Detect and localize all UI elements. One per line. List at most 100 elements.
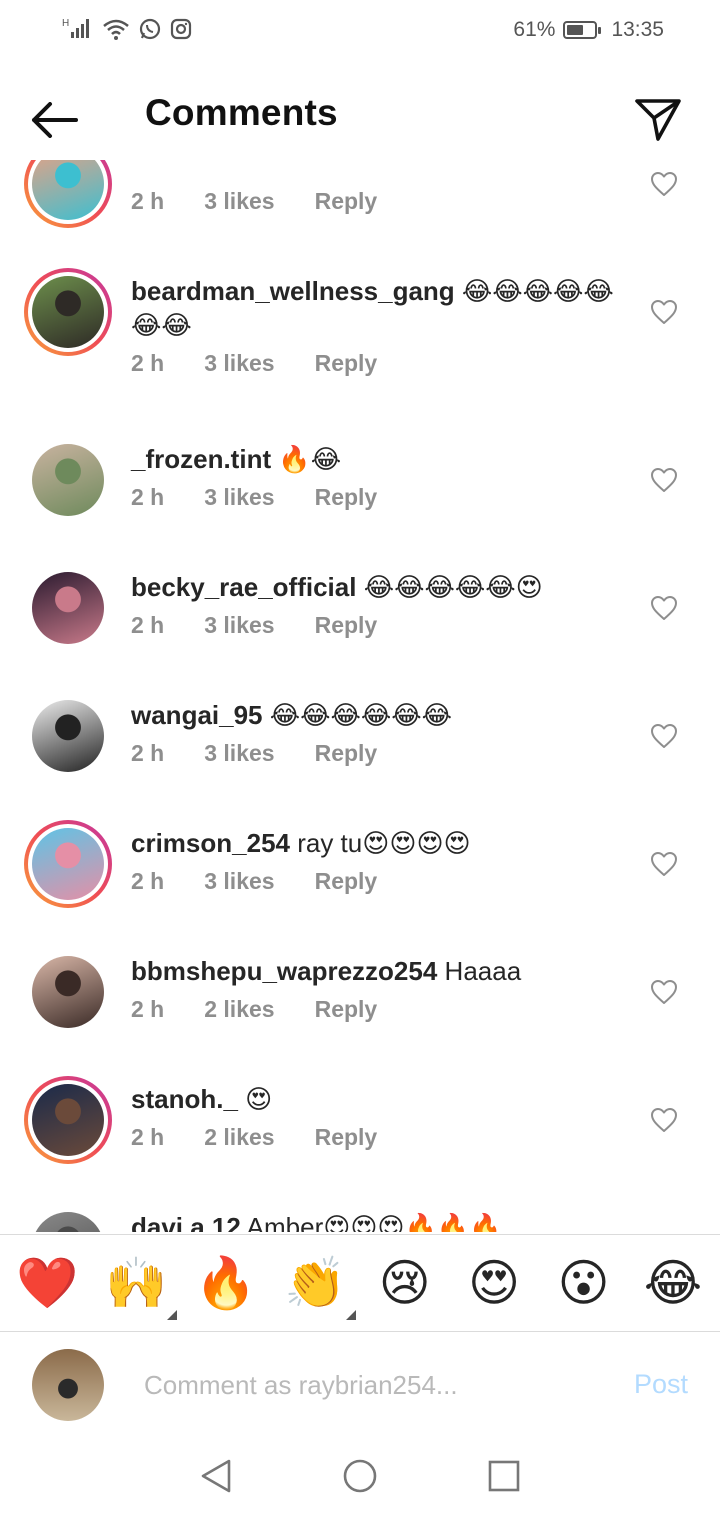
avatar-story-ring[interactable] [24, 820, 112, 908]
comment-item[interactable]: 2 h 3 likes Reply [0, 160, 720, 268]
raising-hands-emoji[interactable]: 🙌 [105, 1252, 178, 1320]
skin-tone-indicator-icon[interactable] [346, 1310, 357, 1320]
comment-likes[interactable]: 3 likes [204, 484, 274, 511]
comment-item[interactable]: crimson_254 ray tu😍😍😍😍 2 h 3 likes Reply [0, 820, 720, 948]
comment-item[interactable]: wangai_95 😂😂😂😂😂😂 2 h 3 likes Reply [0, 692, 720, 820]
reply-button[interactable]: Reply [315, 350, 378, 377]
comment-item[interactable]: _frozen.tint 🔥😂 2 h 3 likes Reply [0, 436, 720, 564]
reply-button[interactable]: Reply [315, 740, 378, 767]
like-heart-icon[interactable] [650, 722, 678, 750]
reply-button[interactable]: Reply [315, 484, 378, 511]
comment-username[interactable]: crimson_254 [131, 828, 290, 858]
comment-likes[interactable]: 3 likes [204, 188, 274, 215]
nav-back-button[interactable] [196, 1456, 236, 1496]
avatar-story-ring[interactable] [24, 268, 112, 356]
nav-recents-button[interactable] [484, 1456, 524, 1496]
comment-meta: 2 h 2 likes Reply [131, 1124, 631, 1151]
comment-meta: 2 h 3 likes Reply [131, 740, 631, 767]
like-heart-icon[interactable] [650, 850, 678, 878]
header: Comments [0, 62, 720, 172]
comment-list[interactable]: 2 h 3 likes Reply beardman_wellness_gang 😂😂… [0, 160, 720, 1232]
avatar[interactable] [24, 564, 112, 652]
back-arrow-icon [32, 102, 78, 138]
comment-time: 2 h [131, 350, 165, 376]
comment-username[interactable]: becky_rae_official [131, 572, 356, 602]
like-heart-icon[interactable] [650, 1106, 678, 1134]
comment-meta: 2 h 2 likes Reply [131, 996, 631, 1023]
reply-button[interactable]: Reply [315, 868, 378, 895]
share-button[interactable] [630, 92, 686, 148]
back-button[interactable] [26, 92, 82, 148]
like-heart-icon[interactable] [650, 978, 678, 1006]
emoji-glyph: 👏 [284, 1254, 347, 1312]
avatar-image [32, 1084, 104, 1156]
post-button[interactable]: Post [634, 1369, 688, 1400]
avatar[interactable] [24, 436, 112, 524]
comment-likes[interactable]: 2 likes [204, 996, 274, 1023]
clapping-hands-emoji[interactable]: 👏 [284, 1252, 357, 1320]
avatar[interactable] [24, 1204, 112, 1232]
comment-body: davi.a.12 Amber😍😍😍🔥🔥🔥 [131, 1210, 631, 1232]
fire-emoji[interactable]: 🔥 [195, 1252, 257, 1314]
comment-username[interactable]: _frozen.tint [131, 444, 271, 474]
nav-home-button[interactable] [340, 1456, 380, 1496]
comment-text: 😂😂😂😂😂😂 [262, 700, 453, 730]
comment-likes[interactable]: 2 likes [204, 1124, 274, 1151]
status-icons-right: 61% 13:35 [513, 18, 664, 42]
reply-button[interactable]: Reply [315, 188, 378, 215]
comment-likes[interactable]: 3 likes [204, 612, 274, 639]
comment-time: 2 h [131, 868, 165, 894]
triangle-back-icon [201, 1459, 231, 1493]
avatar-image [32, 160, 104, 220]
comment-body: wangai_95 😂😂😂😂😂😂 2 h 3 likes Reply [131, 698, 631, 767]
paper-plane-icon [635, 99, 681, 141]
comment-item[interactable]: bbmshepu_waprezzo254 Haaaa 2 h 2 likes Repl… [0, 948, 720, 1076]
like-heart-icon[interactable] [650, 594, 678, 622]
comment-likes[interactable]: 3 likes [204, 740, 274, 767]
like-heart-icon[interactable] [650, 298, 678, 326]
avatar-story-ring[interactable] [24, 1076, 112, 1164]
avatar-story-ring[interactable] [24, 160, 112, 228]
comment-meta: 2 h 3 likes Reply [131, 484, 631, 511]
avatar-ring-gap [28, 824, 108, 904]
surprised-face-emoji[interactable]: 😮 [553, 1252, 615, 1314]
square-recents-icon [488, 1460, 520, 1492]
comment-item[interactable]: beardman_wellness_gang 😂😂😂😂😂😂😂 2 h 3 likes… [0, 268, 720, 396]
comment-username[interactable]: bbmshepu_waprezzo254 [131, 956, 437, 986]
avatar[interactable] [24, 692, 112, 780]
comment-username[interactable]: wangai_95 [131, 700, 263, 730]
avatar-image [32, 276, 104, 348]
comment-input[interactable] [144, 1365, 564, 1405]
page-title: Comments [145, 92, 338, 133]
avatar-image [32, 956, 104, 1028]
skin-tone-indicator-icon[interactable] [167, 1310, 178, 1320]
avatar[interactable] [24, 948, 112, 1036]
like-heart-icon[interactable] [650, 170, 678, 198]
system-nav-bar [0, 1432, 720, 1520]
comment-item[interactable]: becky_rae_official 😂😂😂😂😂😍 2 h 3 likes Reply [0, 564, 720, 692]
emoji-glyph: 😮 [557, 1254, 610, 1312]
comment-item[interactable]: stanoh._ 😍 2 h 2 likes Reply [0, 1076, 720, 1204]
battery-percentage: 61% [513, 18, 556, 41]
comment-username[interactable]: stanoh._ [131, 1084, 238, 1114]
comment-item[interactable]: davi.a.12 Amber😍😍😍🔥🔥🔥 [0, 1204, 720, 1232]
avatar-image [32, 828, 104, 900]
avatar-ring-gap [28, 1080, 108, 1160]
reply-button[interactable]: Reply [315, 612, 378, 639]
tears-of-joy-emoji[interactable]: 😂 [642, 1252, 704, 1314]
comment-meta: 2 h 3 likes Reply [131, 612, 631, 639]
like-heart-icon[interactable] [650, 466, 678, 494]
comment-username[interactable]: beardman_wellness_gang [131, 276, 455, 306]
comment-username[interactable]: davi.a.12 [131, 1212, 241, 1232]
avatar-image [32, 572, 104, 644]
crying-face-emoji[interactable]: 😢 [374, 1252, 436, 1314]
reply-button[interactable]: Reply [315, 1124, 378, 1151]
comment-likes[interactable]: 3 likes [204, 350, 274, 377]
comment-body: _frozen.tint 🔥😂 2 h 3 likes Reply [131, 442, 631, 511]
comment-body: bbmshepu_waprezzo254 Haaaa 2 h 2 likes Repl… [131, 954, 631, 1023]
heart-emoji[interactable]: ❤️ [16, 1252, 78, 1314]
comment-likes[interactable]: 3 likes [204, 868, 274, 895]
reply-button[interactable]: Reply [315, 996, 378, 1023]
heart-eyes-emoji[interactable]: 😍 [463, 1252, 525, 1314]
wifi-icon [103, 19, 129, 40]
